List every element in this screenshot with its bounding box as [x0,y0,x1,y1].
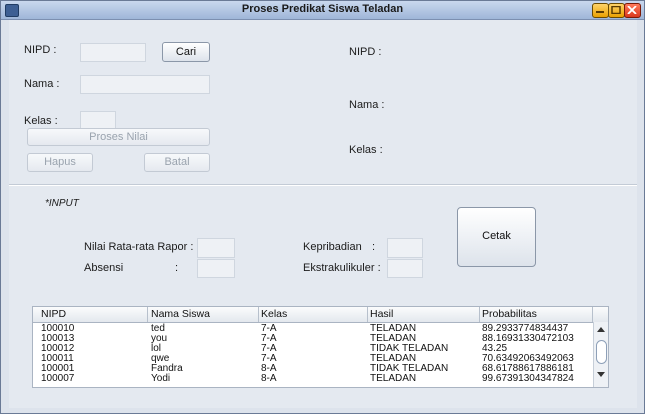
cell-probabilitas: 99.67391304347824 [482,373,574,384]
col-nama-siswa[interactable]: Nama Siswa [151,308,210,320]
kelas-display-label: Kelas : [349,144,383,156]
cell-kelas: 8-A [261,373,277,384]
maximize-button[interactable] [608,3,625,18]
col-probabilitas[interactable]: Probabilitas [482,308,537,320]
kelas-label: Kelas : [24,115,58,127]
table-scrollbar[interactable] [593,322,608,387]
close-button[interactable] [624,3,641,18]
kepribadian-label: Kepribadian [303,241,362,253]
table-header: NIPD Nama Siswa Kelas Hasil Probabilitas [33,307,608,323]
cell-nipd: 100007 [41,373,75,384]
hapus-button[interactable]: Hapus [27,153,93,172]
close-icon [627,6,637,14]
cell-hasil: TELADAN [370,373,417,384]
rapor-input[interactable] [197,238,235,258]
results-table[interactable]: NIPD Nama Siswa Kelas Hasil Probabilitas… [32,306,609,388]
kepribadian-input[interactable] [387,238,423,258]
maximize-icon [611,6,621,14]
col-nipd[interactable]: NIPD [41,308,66,320]
ekstrakulikuler-input[interactable] [387,259,423,278]
minimize-icon [596,11,604,13]
table-row[interactable]: 100013 you 7-A TELADAN 88.16931330472103 [33,334,593,344]
minimize-button[interactable] [592,3,609,18]
nipd-label: NIPD : [24,44,57,56]
nama-display-label: Nama : [349,99,385,111]
nipd-display-label: NIPD : [349,46,382,58]
title-bar[interactable]: Proses Predikat Siswa Teladan [1,1,644,20]
section-divider [9,184,637,186]
cell-nama: Yodi [151,373,171,384]
proses-nilai-button[interactable]: Proses Nilai [27,128,210,146]
scroll-up-icon[interactable] [597,327,605,332]
scroll-thumb[interactable] [596,340,607,364]
table-row[interactable]: 100007 Yodi 8-A TELADAN 99.6739130434782… [33,374,593,384]
input-section-title: *INPUT [45,198,79,209]
window-title: Proses Predikat Siswa Teladan [241,3,404,15]
nama-label: Nama : [24,78,60,90]
cari-button[interactable]: Cari [162,42,210,62]
rapor-label: Nilai Rata-rata Rapor : [84,241,194,253]
batal-button[interactable]: Batal [144,153,210,172]
kepribadian-colon: : [372,241,376,253]
scroll-down-icon[interactable] [597,372,605,377]
nama-input[interactable] [80,75,210,94]
absensi-label: Absensi [84,262,124,274]
nipd-input[interactable] [80,43,146,62]
absensi-colon: : [175,262,179,274]
cetak-button[interactable]: Cetak [457,207,536,267]
app-window: Proses Predikat Siswa Teladan NIPD : Car… [0,0,645,414]
col-kelas[interactable]: Kelas [261,308,287,320]
col-hasil[interactable]: Hasil [370,308,393,320]
absensi-input[interactable] [197,259,235,278]
ekstrakulikuler-label: Ekstrakulikuler : [303,262,381,274]
